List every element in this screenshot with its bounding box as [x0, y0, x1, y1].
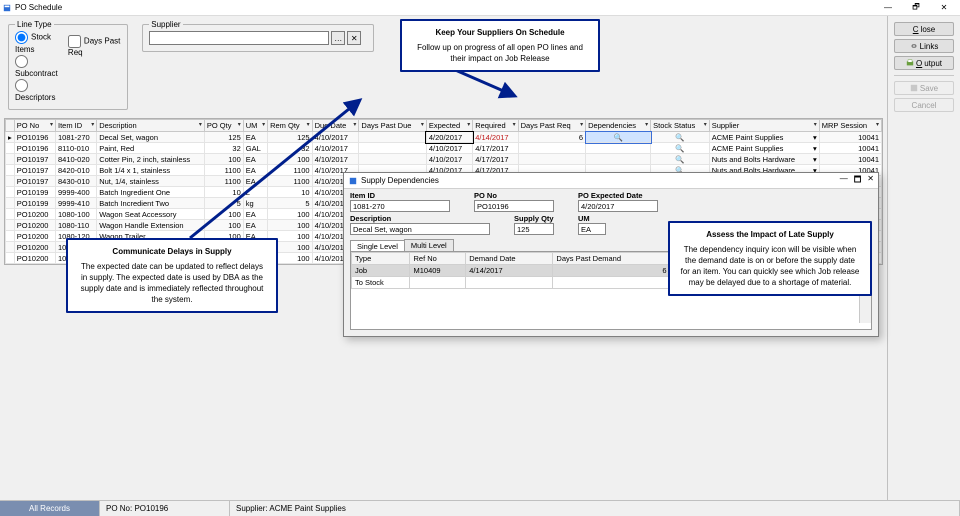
line-type-desc-label: Descriptors [15, 93, 55, 102]
lbl-item-id: Item ID [350, 191, 450, 200]
col-header[interactable]: Item ID▾ [55, 120, 96, 132]
dialog-icon [348, 176, 358, 186]
col-header[interactable]: Supplier▾ [709, 120, 819, 132]
fld-item-id[interactable] [350, 200, 450, 212]
col-header[interactable]: PO Qty▾ [204, 120, 243, 132]
lbl-desc: Description [350, 214, 490, 223]
dialog-titlebar[interactable]: Supply Dependencies — 🗖 ✕ [344, 173, 878, 189]
lbl-po-exp: PO Expected Date [578, 191, 658, 200]
line-type-stock[interactable]: Stock Items [15, 31, 60, 55]
col-header[interactable]: Rem Qty▾ [268, 120, 312, 132]
fld-desc[interactable] [350, 223, 490, 235]
col-header[interactable]: MRP Session▾ [819, 120, 881, 132]
callout-left: Communicate Delays in Supply The expecte… [66, 238, 278, 313]
fld-po-no[interactable] [474, 200, 554, 212]
supply-dependencies-dialog: Supply Dependencies — 🗖 ✕ Item ID PO No … [343, 172, 879, 337]
stock-status-icon[interactable]: 🔍 [651, 143, 710, 154]
col-header[interactable]: Stock Status▾ [651, 120, 710, 132]
close-button[interactable]: Close [894, 22, 954, 36]
lbl-po-no: PO No [474, 191, 554, 200]
dialog-maximize-button[interactable]: 🗖 [854, 174, 862, 188]
callout-right-body: The dependency inquiry icon will be visi… [680, 244, 860, 288]
sidebar: Close Links Output Save Cancel [887, 16, 960, 500]
output-icon [906, 59, 914, 67]
col-header[interactable]: Description▾ [97, 120, 205, 132]
supplier-fieldset: Supplier … ✕ [142, 20, 374, 52]
col-header[interactable]: UM▾ [243, 120, 267, 132]
fld-sqty[interactable] [514, 223, 554, 235]
dialog-minimize-button[interactable]: — [840, 174, 848, 188]
stock-status-icon[interactable]: 🔍 [651, 154, 710, 165]
minimize-button[interactable]: — [874, 1, 902, 15]
output-label: utput [924, 59, 942, 68]
status-po: PO No: PO10196 [100, 501, 230, 516]
line-type-legend: Line Type [15, 20, 54, 29]
dep-col-header[interactable]: Demand Date [466, 253, 553, 265]
status-all-records[interactable]: All Records [0, 501, 100, 516]
supplier-lookup-button[interactable]: … [331, 31, 345, 45]
status-bar: All Records PO No: PO10196 Supplier: ACM… [0, 500, 960, 516]
output-button[interactable]: Output [894, 56, 954, 70]
callout-right-title: Assess the Impact of Late Supply [680, 229, 860, 240]
line-type-descriptors[interactable]: Descriptors [15, 79, 60, 103]
callout-left-body: The expected date can be updated to refl… [78, 261, 266, 305]
callout-top: Keep Your Suppliers On Schedule Follow u… [400, 19, 600, 72]
days-past-req-check[interactable]: Days Past Req [68, 35, 121, 103]
titlebar: PO Schedule — 🗗 ✕ [0, 0, 960, 16]
callout-right: Assess the Impact of Late Supply The dep… [668, 221, 872, 296]
col-header[interactable]: Required▾ [473, 120, 518, 132]
fld-um[interactable] [578, 223, 606, 235]
dependency-icon [586, 143, 651, 154]
callout-left-title: Communicate Delays in Supply [78, 246, 266, 257]
sidebar-divider [894, 75, 954, 76]
dep-col-header[interactable]: Days Past Demand [553, 253, 670, 265]
links-button[interactable]: Links [894, 39, 954, 53]
col-header[interactable]: PO No▾ [14, 120, 55, 132]
col-header[interactable]: Dependencies▾ [586, 120, 651, 132]
cancel-button: Cancel [894, 98, 954, 112]
close-label: lose [921, 25, 936, 34]
save-button: Save [894, 81, 954, 95]
app-icon [2, 3, 12, 13]
links-icon [910, 42, 918, 50]
callout-top-title: Keep Your Suppliers On Schedule [412, 27, 588, 38]
supplier-clear-button[interactable]: ✕ [347, 31, 361, 45]
fld-po-exp[interactable] [578, 200, 658, 212]
save-label: Save [920, 84, 938, 93]
tab-multi-level[interactable]: Multi Level [404, 239, 454, 251]
maximize-button[interactable]: 🗗 [902, 1, 930, 15]
line-type-sub-label: Subcontract [15, 69, 58, 78]
close-window-button[interactable]: ✕ [930, 1, 958, 15]
dependency-icon [586, 154, 651, 165]
links-label: Links [920, 42, 939, 51]
table-row[interactable]: PO101978410-020Cotter Pin, 2 inch, stain… [6, 154, 882, 165]
status-supplier: Supplier: ACME Paint Supplies [230, 501, 960, 516]
window-controls: — 🗗 ✕ [874, 1, 958, 15]
callout-top-body: Follow up on progress of all open PO lin… [412, 42, 588, 64]
dep-col-header[interactable]: Type [352, 253, 410, 265]
dialog-title: Supply Dependencies [361, 176, 439, 185]
supplier-input[interactable] [149, 31, 329, 45]
lbl-um: UM [578, 214, 606, 223]
col-header[interactable]: Due Date▾ [312, 120, 359, 132]
col-header[interactable]: Expected▾ [426, 120, 472, 132]
col-header[interactable]: Days Past Req▾ [518, 120, 585, 132]
dialog-close-button[interactable]: ✕ [867, 174, 874, 188]
stock-status-icon[interactable]: 🔍 [651, 132, 710, 143]
main-panel: Line Type Stock Items Subcontract Descri… [0, 16, 887, 500]
table-row[interactable]: PO101968110-010Paint, Red32GAL324/10/201… [6, 143, 882, 154]
supplier-legend: Supplier [149, 20, 182, 29]
lbl-sqty: Supply Qty [514, 214, 554, 223]
dep-col-header[interactable]: Ref No [410, 253, 466, 265]
col-header[interactable]: Days Past Due▾ [359, 120, 426, 132]
line-type-subcontract[interactable]: Subcontract [15, 55, 60, 79]
table-row[interactable]: ▸PO101961081-270Decal Set, wagon125EA125… [6, 132, 882, 143]
dependency-icon[interactable]: 🔍 [586, 132, 651, 143]
line-type-fieldset: Line Type Stock Items Subcontract Descri… [8, 20, 128, 110]
save-icon [910, 84, 918, 92]
window-title: PO Schedule [15, 3, 62, 12]
